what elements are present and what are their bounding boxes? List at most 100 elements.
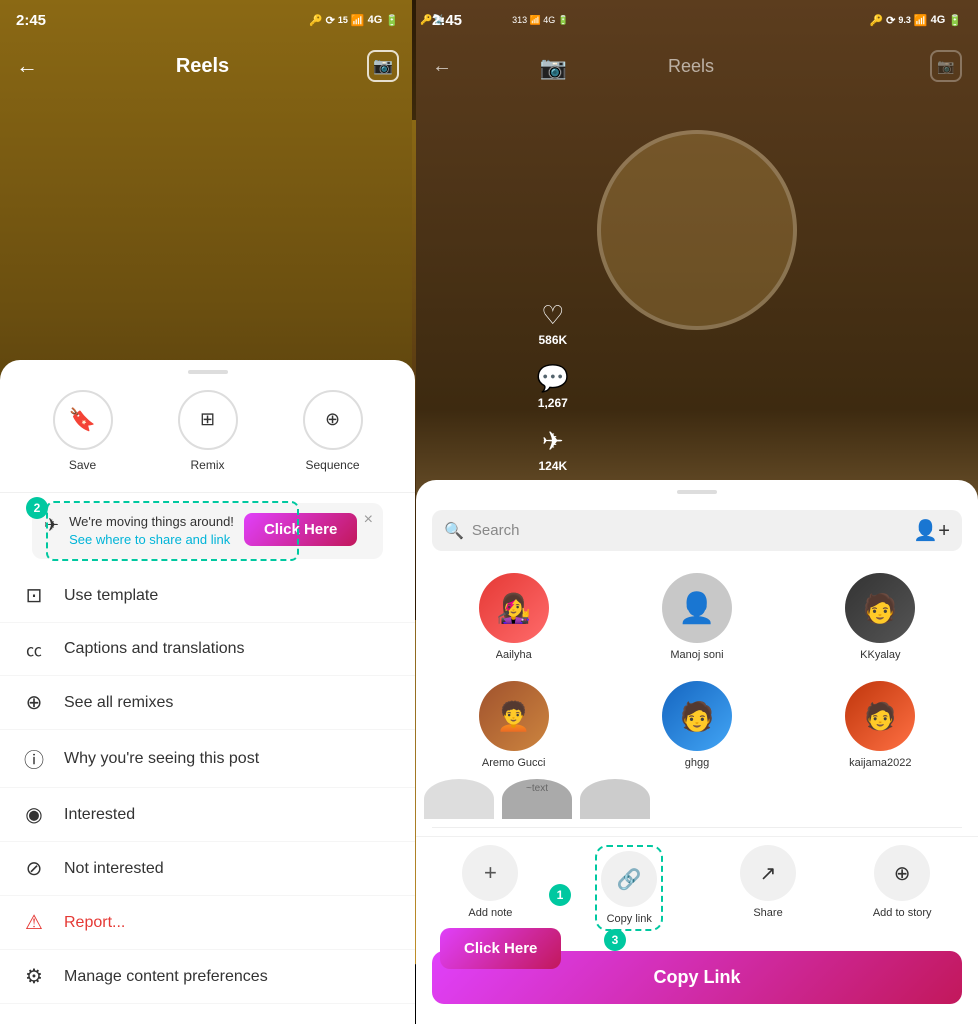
share-sheet-handle: [677, 490, 717, 494]
user-avatar-aremo: 🧑‍🦱: [479, 681, 549, 751]
user-avatar-kkyalay: 🧑: [845, 573, 915, 643]
user-name-aremo: Aremo Gucci: [482, 757, 546, 769]
notification-banner: 2 ✈ We're moving things around! See wher…: [32, 503, 383, 559]
interested-item[interactable]: ◉ Interested: [0, 788, 415, 842]
not-interested-icon: ⊘: [20, 856, 48, 881]
badge-3: 3: [604, 929, 626, 951]
click-here-button-left[interactable]: Click Here: [244, 513, 357, 546]
camera-icon-left[interactable]: 📷: [367, 50, 399, 82]
partial-user-2: ~text: [502, 779, 572, 819]
add-person-icon[interactable]: 👤+: [913, 518, 950, 543]
time-left: 2:45: [16, 12, 46, 29]
sheet-handle: [188, 370, 228, 374]
sequence-action[interactable]: ⊕ Sequence: [303, 390, 363, 472]
share-actions-row: + Add note 🔗 Copy link ↗ Share: [416, 836, 978, 943]
comment-count: 1,267: [538, 396, 568, 410]
add-note-label: Add note: [468, 907, 512, 919]
captions-item[interactable]: ㏄ Captions and translations: [0, 623, 415, 676]
back-icon-left[interactable]: ←: [16, 53, 38, 79]
add-story-circle: ⊕: [874, 845, 930, 901]
add-story-label: Add to story: [873, 907, 932, 919]
notification-actions: Click Here ×: [244, 513, 357, 546]
camera-icon-right[interactable]: 📷: [930, 50, 962, 82]
notification-line2: See where to share and link: [69, 531, 234, 549]
not-interested-item[interactable]: ⊘ Not interested: [0, 842, 415, 896]
status-icons-right: 🔑 ⟳ 9.3 📶 4G 🔋: [869, 14, 962, 27]
top-nav-right: ← Reels 📷: [416, 40, 978, 92]
status-icons-left: 🔑 ⟳ 15 📶 4G 🔋: [309, 14, 399, 27]
comment-action[interactable]: 💬 1,267: [537, 363, 569, 410]
bowl-video-area: [416, 120, 978, 340]
share-label: Share: [753, 907, 782, 919]
notification-badge: 2: [26, 497, 48, 519]
user-kaijama[interactable]: 🧑 kaijama2022: [791, 681, 970, 769]
manage-content-item[interactable]: ⚙ Manage content preferences: [0, 950, 415, 1004]
click-here-float-button[interactable]: Click Here: [440, 928, 561, 969]
user-aailyha[interactable]: 👩‍🎤 Aailyha: [424, 573, 603, 661]
interested-label: Interested: [64, 806, 135, 824]
user-kkyalay[interactable]: 🧑 KKyalay: [791, 573, 970, 661]
save-label: Save: [69, 458, 96, 472]
report-item[interactable]: ⚠ Report...: [0, 896, 415, 950]
use-template-icon: ⊡: [20, 583, 48, 608]
badge-1: 1: [549, 884, 571, 906]
manage-content-label: Manage content preferences: [64, 968, 268, 986]
partial-user-3: [580, 779, 650, 819]
menu-list: ⊡ Use template ㏄ Captions and translatio…: [0, 569, 415, 1004]
user-manoj[interactable]: 👤 Manoj soni: [607, 573, 786, 661]
bottom-sheet-left: 🔖 Save ⊞ Remix ⊕ Sequence 2 ✈ We're movi…: [0, 360, 415, 1024]
copy-link-action[interactable]: 🔗 Copy link: [595, 845, 663, 931]
users-row-2: 🧑‍🦱 Aremo Gucci 🧑 ghgg 🧑 kaijama2022: [416, 671, 978, 779]
see-remixes-icon: ⊕: [20, 690, 48, 715]
report-icon: ⚠: [20, 910, 48, 935]
user-name-kaijama: kaijama2022: [849, 757, 911, 769]
why-seeing-item[interactable]: ⓘ Why you're seeing this post: [0, 730, 415, 788]
use-template-label: Use template: [64, 587, 158, 605]
right-phone: 2:45 🔑 ⟳ 9.3 📶 4G 🔋 ← Reels 📷 🔍 Search 👤…: [416, 0, 978, 1024]
notification-close[interactable]: ×: [364, 511, 373, 529]
left-phone: 2:45 🔑 ⟳ 15 📶 4G 🔋 ← Reels 📷 🔖 Save ⊞: [0, 0, 415, 1024]
nav-title-right: Reels: [668, 56, 714, 77]
share-action-mid[interactable]: ✈ 124K: [538, 426, 567, 473]
share-circle: ↗: [740, 845, 796, 901]
copy-link-label: Copy link: [607, 913, 652, 925]
share-action-right[interactable]: ↗ Share: [740, 845, 796, 931]
save-action[interactable]: 🔖 Save: [53, 390, 113, 472]
add-note-circle: +: [462, 845, 518, 901]
partial-user-1: [424, 779, 494, 819]
captions-icon: ㏄: [20, 637, 48, 661]
notification-text: We're moving things around! See where to…: [69, 513, 234, 549]
search-icon: 🔍: [444, 521, 464, 541]
remix-circle: ⊞: [178, 390, 238, 450]
side-actions-mid: ♡ 586K 💬 1,267 ✈ 124K ⋮: [537, 300, 569, 510]
see-remixes-item[interactable]: ⊕ See all remixes: [0, 676, 415, 730]
user-aremo[interactable]: 🧑‍🦱 Aremo Gucci: [424, 681, 603, 769]
captions-label: Captions and translations: [64, 640, 245, 658]
user-name-kkyalay: KKyalay: [860, 649, 900, 661]
interested-icon: ◉: [20, 802, 48, 827]
add-note-action[interactable]: + Add note: [462, 845, 518, 931]
user-avatar-aailyha: 👩‍🎤: [479, 573, 549, 643]
report-label: Report...: [64, 914, 125, 932]
sequence-label: Sequence: [305, 458, 359, 472]
nav-title-left: Reels: [176, 55, 229, 78]
share-count: 124K: [538, 459, 567, 473]
users-row-3-partial: ~text: [416, 779, 978, 827]
remix-action[interactable]: ⊞ Remix: [178, 390, 238, 472]
remix-label: Remix: [190, 458, 224, 472]
manage-content-icon: ⚙: [20, 964, 48, 989]
user-ghgg[interactable]: 🧑 ghgg: [607, 681, 786, 769]
save-circle: 🔖: [53, 390, 113, 450]
search-bar[interactable]: 🔍 Search 👤+: [432, 510, 962, 551]
copy-link-circle: 🔗: [601, 851, 657, 907]
like-action[interactable]: ♡ 586K: [538, 300, 567, 347]
why-seeing-icon: ⓘ: [20, 744, 48, 773]
add-story-action[interactable]: ⊕ Add to story: [873, 845, 932, 931]
status-bar-right: 2:45 🔑 ⟳ 9.3 📶 4G 🔋: [416, 0, 978, 40]
search-input[interactable]: Search: [472, 522, 905, 539]
back-icon-right[interactable]: ←: [432, 55, 452, 78]
like-count: 586K: [538, 333, 567, 347]
use-template-item[interactable]: ⊡ Use template: [0, 569, 415, 623]
user-name-aailyha: Aailyha: [496, 649, 532, 661]
users-row-1: 👩‍🎤 Aailyha 👤 Manoj soni 🧑 KKyalay: [416, 563, 978, 671]
